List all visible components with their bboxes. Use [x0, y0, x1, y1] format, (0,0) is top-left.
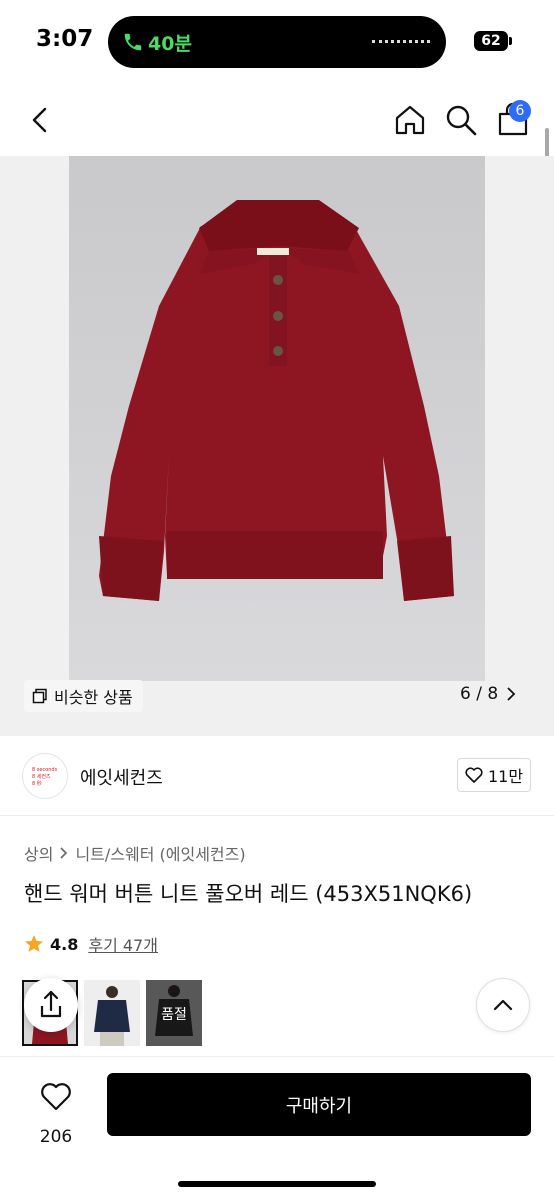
thumbnail-item[interactable] [84, 980, 140, 1046]
breadcrumb: 상의 니트/스웨터 (에잇세컨즈) [24, 841, 246, 865]
page-counter: 6 / 8 [460, 684, 499, 704]
brand-name[interactable]: 에잇세컨즈 [80, 764, 163, 790]
battery-icon [509, 37, 512, 45]
brand-like-button[interactable]: 11만 [457, 758, 531, 792]
product-title: 핸드 워머 버튼 니트 풀오버 레드 (453X51NQK6) [24, 882, 473, 906]
similar-products-label: 비슷한 상품 [54, 688, 133, 707]
sweater-image [69, 156, 485, 681]
copy-icon [32, 688, 47, 704]
scroll-top-button[interactable] [476, 978, 530, 1032]
brand-logo-line: 8 세컨즈 [32, 774, 51, 780]
call-duration: 40분 [148, 33, 192, 55]
home-icon[interactable] [392, 102, 428, 138]
share-icon [40, 990, 62, 1018]
chevron-left-icon[interactable] [24, 104, 56, 136]
thumbnail-item[interactable]: 품절 [146, 980, 202, 1046]
brand-logo-line: 8 秒 [32, 781, 42, 787]
chevron-up-icon [493, 999, 513, 1011]
heart-icon [41, 1083, 71, 1111]
brand-logo[interactable]: 8 seconds 8 세컨즈 8 秒 [22, 753, 68, 799]
product-photo[interactable] [69, 156, 485, 681]
brand-logo-line: 8 seconds [32, 767, 58, 773]
similar-products-button[interactable]: 비슷한 상품 [24, 680, 143, 712]
brand-row[interactable]: 8 seconds 8 세컨즈 8 秒 에잇세컨즈 11만 [0, 748, 554, 816]
audio-wave-icon [372, 40, 430, 43]
chevron-right-icon [507, 687, 516, 701]
wishlist-count: 206 [39, 1127, 73, 1147]
bottom-action-bar: 206 구매하기 [0, 1056, 554, 1200]
status-bar: 3:07 40분 62 [0, 0, 554, 84]
wishlist-button[interactable]: 206 [28, 1075, 84, 1147]
battery-level: 62 [474, 31, 508, 51]
call-indicator[interactable]: 40분 [108, 16, 446, 68]
heart-icon [465, 767, 483, 783]
chevron-right-icon [60, 847, 68, 859]
star-icon [25, 935, 43, 952]
buy-button[interactable]: 구매하기 [107, 1073, 531, 1136]
cart-count-badge: 6 [509, 100, 531, 122]
top-nav [0, 90, 554, 150]
rating-value: 4.8 [50, 934, 79, 954]
product-gallery[interactable]: 비슷한 상품 6 / 8 [0, 156, 554, 736]
rating-row: 4.8 후기 47개 [24, 932, 158, 956]
home-indicator [178, 1181, 376, 1187]
brand-like-count: 11만 [487, 767, 524, 786]
share-button[interactable] [24, 978, 78, 1032]
sold-out-label: 품절 [161, 1007, 187, 1023]
breadcrumb-item[interactable]: 니트/스웨터 (에잇세컨즈) [75, 841, 245, 865]
status-time: 3:07 [36, 26, 94, 52]
breadcrumb-item[interactable]: 상의 [24, 841, 53, 865]
image-page-indicator[interactable]: 6 / 8 [460, 684, 516, 704]
search-icon[interactable] [443, 102, 479, 138]
thumbnail-image [84, 980, 140, 1046]
phone-icon [124, 33, 142, 51]
review-count-link[interactable]: 후기 47개 [88, 932, 158, 956]
